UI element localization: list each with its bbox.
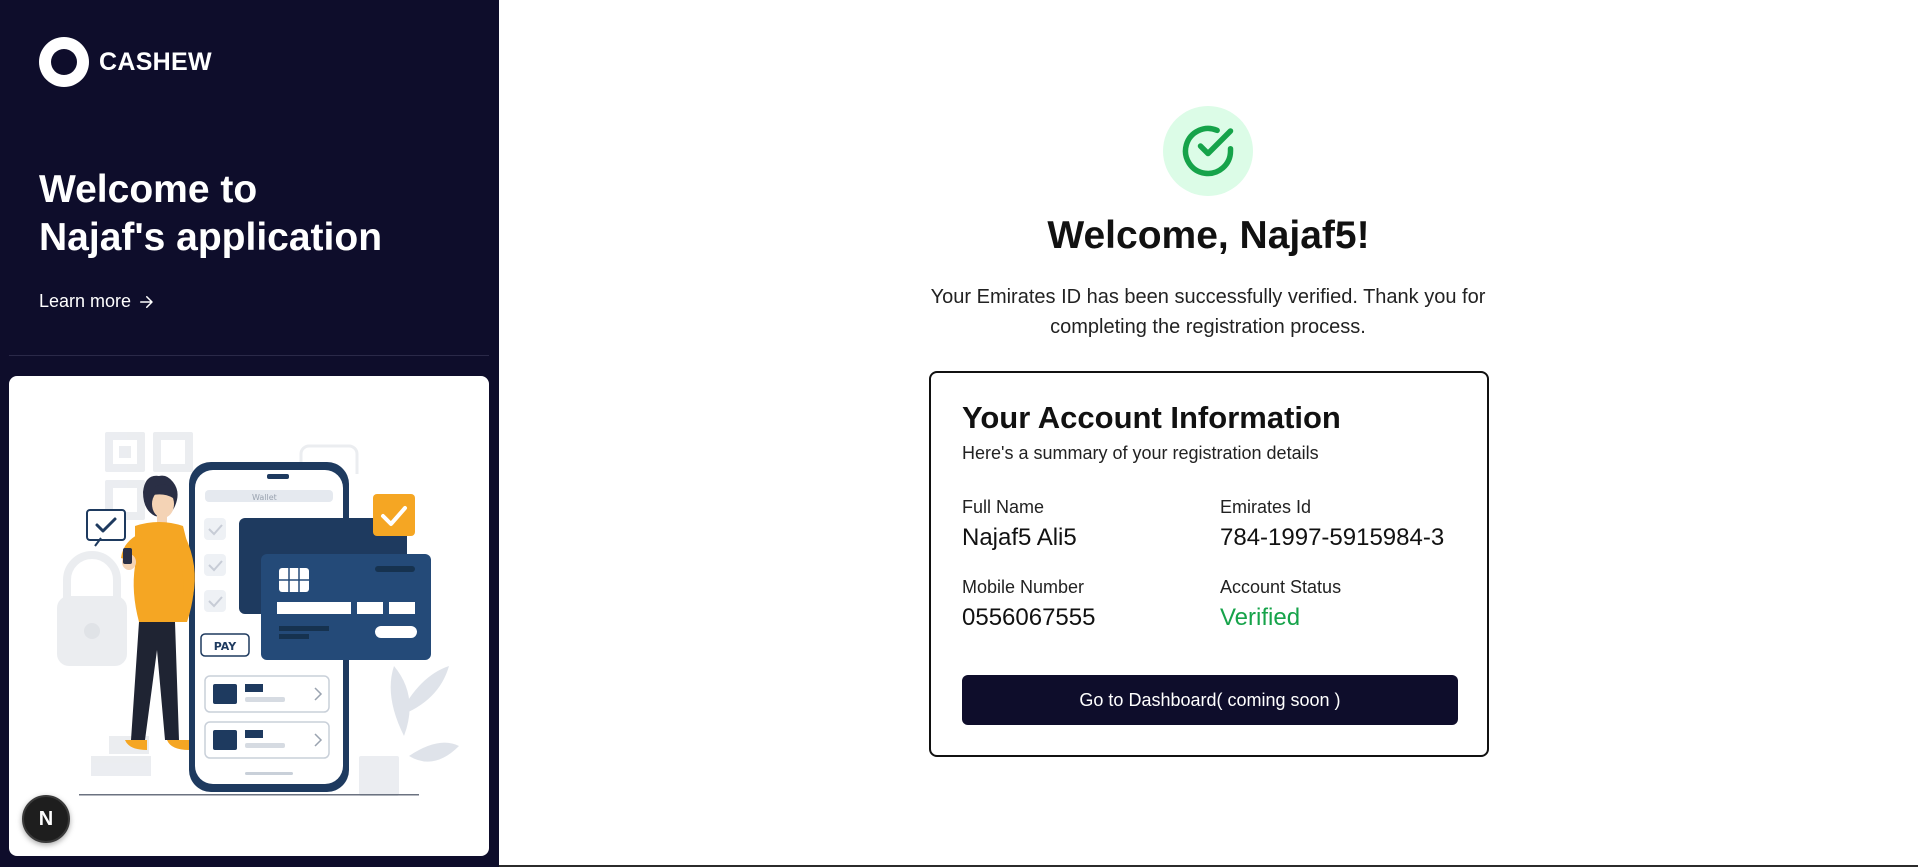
main-content: Welcome, Najaf5! Your Emirates ID has be… bbox=[499, 0, 1918, 865]
payment-illustration: Wallet PAY bbox=[57, 432, 459, 796]
learn-more-label: Learn more bbox=[39, 291, 132, 311]
illustration-card: Wallet PAY bbox=[9, 376, 489, 856]
check-circle-icon bbox=[1182, 125, 1234, 177]
mobile-number-label: Mobile Number bbox=[962, 577, 1085, 597]
hero-title: Welcome to Najaf's application bbox=[39, 166, 479, 262]
emirates-id-label: Emirates Id bbox=[1220, 497, 1312, 517]
next-badge[interactable]: N bbox=[22, 795, 70, 843]
arrow-right-icon bbox=[140, 295, 153, 308]
mobile-number-value: 0556067555 bbox=[962, 604, 1096, 631]
full-name-label: Full Name bbox=[962, 497, 1045, 517]
hero-title-line2: Najaf's application bbox=[39, 216, 383, 259]
go-to-dashboard-button[interactable]: Go to Dashboard( coming soon ) bbox=[962, 675, 1458, 725]
sidebar: CASHEW Welcome to Najaf's application Le… bbox=[0, 0, 499, 867]
card-subtitle: Here's a summary of your registration de… bbox=[962, 443, 1319, 463]
success-check bbox=[1163, 106, 1253, 196]
account-info-card: Your Account Information Here's a summar… bbox=[929, 371, 1489, 757]
pay-tag-text: PAY bbox=[214, 640, 238, 653]
welcome-heading: Welcome, Najaf5! bbox=[1047, 214, 1370, 257]
full-name-value: Najaf5 Ali5 bbox=[962, 524, 1077, 551]
phone-header-text: Wallet bbox=[252, 493, 277, 502]
card-title: Your Account Information bbox=[962, 400, 1341, 435]
account-status-label: Account Status bbox=[1220, 577, 1342, 597]
logo-icon bbox=[39, 37, 89, 87]
account-status-value: Verified bbox=[1220, 604, 1301, 631]
verification-message: Your Emirates ID has been successfully v… bbox=[930, 286, 1486, 338]
learn-more-link[interactable]: Learn more bbox=[39, 291, 155, 312]
emirates-id-value: 784-1997-5915984-3 bbox=[1220, 524, 1445, 551]
hero-title-line1: Welcome to bbox=[39, 168, 258, 211]
next-badge-letter: N bbox=[38, 807, 54, 830]
brand[interactable]: CASHEW bbox=[39, 37, 212, 87]
sidebar-divider bbox=[9, 355, 489, 356]
brand-name: CASHEW bbox=[99, 47, 212, 76]
